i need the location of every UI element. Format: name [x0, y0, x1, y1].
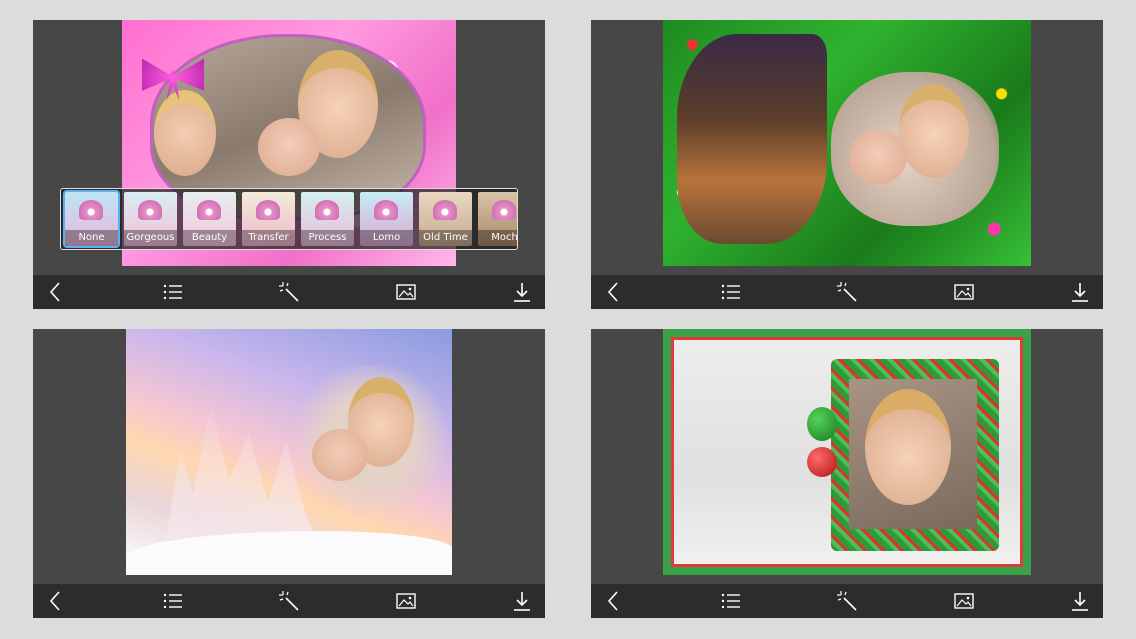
baby-face [312, 429, 368, 481]
editor-canvas [591, 329, 1103, 584]
editor-canvas: None Gorgeous Beauty Transfer Process Lomo Old… [33, 20, 545, 275]
download-button[interactable] [1063, 586, 1097, 616]
editor-canvas [591, 20, 1103, 275]
filter-label: Moch [478, 230, 517, 246]
list-button[interactable] [156, 277, 190, 307]
filter-label: Transfer [242, 230, 295, 246]
baby-face [849, 130, 907, 184]
filter-gorgeous[interactable]: Gorgeous [124, 192, 177, 246]
image-icon [395, 284, 416, 300]
filter-none[interactable]: None [65, 192, 118, 246]
snowy-trees [166, 404, 316, 539]
image-icon [395, 593, 416, 609]
child-face [899, 84, 969, 178]
flower-icon [492, 200, 516, 220]
gallery-button[interactable] [389, 277, 423, 307]
filter-label: Beauty [183, 230, 236, 246]
effects-button[interactable] [830, 277, 864, 307]
effects-button[interactable] [272, 586, 306, 616]
magic-wand-icon [279, 282, 299, 302]
back-chevron-icon [49, 282, 60, 302]
ornament-green [807, 407, 837, 441]
filter-label: Lomo [360, 230, 413, 246]
download-icon [1072, 592, 1088, 611]
flower-icon [79, 200, 103, 220]
filter-old-time[interactable]: Old Time [419, 192, 472, 246]
screen-4 [591, 329, 1103, 618]
image-icon [953, 593, 974, 609]
gallery-button[interactable] [947, 586, 981, 616]
list-icon [721, 284, 740, 300]
back-chevron-icon [49, 591, 60, 611]
filter-transfer[interactable]: Transfer [242, 192, 295, 246]
filter-label: Old Time [419, 230, 472, 246]
baby-face [258, 118, 320, 176]
filter-beauty[interactable]: Beauty [183, 192, 236, 246]
back-button[interactable] [597, 277, 631, 307]
filter-label: Gorgeous [124, 230, 177, 246]
flower-icon [138, 200, 162, 220]
flower-icon [374, 200, 398, 220]
screen-3 [33, 329, 545, 618]
download-button[interactable] [505, 586, 539, 616]
filter-strip[interactable]: None Gorgeous Beauty Transfer Process Lomo Old… [60, 188, 518, 250]
flower-icon [197, 200, 221, 220]
framed-photo[interactable] [126, 329, 452, 575]
image-icon [953, 284, 974, 300]
filter-label: None [65, 230, 118, 246]
bottom-toolbar [591, 584, 1103, 618]
magic-wand-icon [837, 282, 857, 302]
list-icon [163, 284, 182, 300]
back-button[interactable] [39, 277, 73, 307]
effects-button[interactable] [272, 277, 306, 307]
gallery-button[interactable] [389, 586, 423, 616]
framed-photo[interactable] [663, 329, 1031, 575]
flower-icon [256, 200, 280, 220]
framed-photo[interactable] [663, 20, 1031, 266]
download-icon [514, 592, 530, 611]
street-scene [677, 34, 827, 244]
filter-label: Process [301, 230, 354, 246]
download-icon [514, 283, 530, 302]
screen-1: None Gorgeous Beauty Transfer Process Lomo Old… [33, 20, 545, 309]
back-chevron-icon [607, 282, 618, 302]
list-button[interactable] [714, 277, 748, 307]
list-icon [163, 593, 182, 609]
flower-icon [315, 200, 339, 220]
filter-lomo[interactable]: Lomo [360, 192, 413, 246]
gallery-button[interactable] [947, 277, 981, 307]
filter-process[interactable]: Process [301, 192, 354, 246]
list-button[interactable] [156, 586, 190, 616]
list-icon [721, 593, 740, 609]
bottom-toolbar [591, 275, 1103, 309]
back-button[interactable] [597, 586, 631, 616]
magic-wand-icon [279, 591, 299, 611]
list-button[interactable] [714, 586, 748, 616]
filter-moch[interactable]: Moch [478, 192, 517, 246]
screen-2 [591, 20, 1103, 309]
download-icon [1072, 283, 1088, 302]
bottom-toolbar [33, 584, 545, 618]
child-face-left [154, 90, 216, 176]
back-button[interactable] [39, 586, 73, 616]
editor-canvas [33, 329, 545, 584]
child-face [865, 389, 951, 505]
download-button[interactable] [1063, 277, 1097, 307]
flower-icon [433, 200, 457, 220]
ornament-red [807, 447, 837, 477]
back-chevron-icon [607, 591, 618, 611]
bottom-toolbar [33, 275, 545, 309]
effects-button[interactable] [830, 586, 864, 616]
magic-wand-icon [837, 591, 857, 611]
download-button[interactable] [505, 277, 539, 307]
